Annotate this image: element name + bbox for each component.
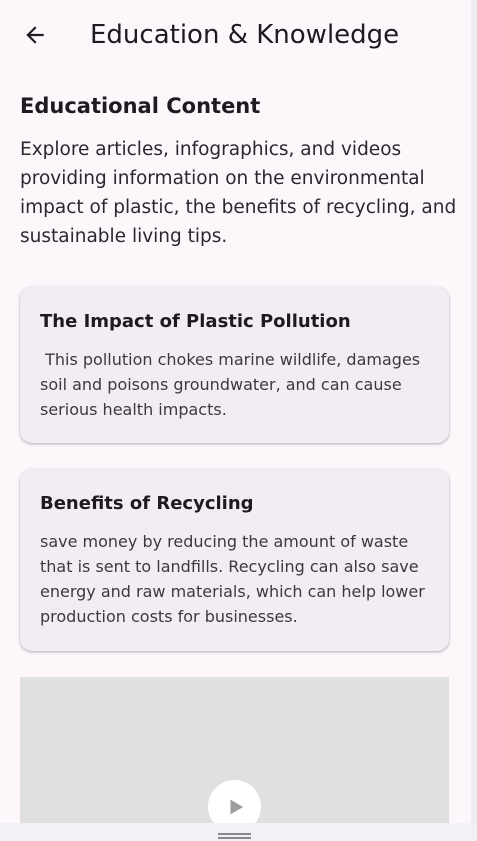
app-screen: Education & Knowledge Educational Conten… [0, 0, 477, 841]
gesture-handle[interactable] [218, 833, 251, 839]
arrow-left-icon [26, 26, 44, 44]
scroll-edge [471, 0, 477, 841]
article-card-plastic-pollution[interactable]: The Impact of Plastic Pollution This pol… [20, 287, 449, 443]
article-card-recycling-benefits[interactable]: Benefits of Recycling save money by redu… [20, 469, 449, 651]
play-icon [229, 799, 243, 814]
system-nav-bar [0, 823, 477, 841]
card-body: save money by reducing the amount of was… [40, 532, 430, 626]
app-bar: Education & Knowledge [0, 0, 471, 70]
section-heading: Educational Content [20, 94, 261, 118]
card-title: Benefits of Recycling [40, 493, 254, 514]
intro-text: Explore articles, infographics, and vide… [20, 139, 457, 247]
page-title: Education & Knowledge [90, 20, 400, 50]
card-body: This pollution chokes marine wildlife, d… [40, 350, 426, 419]
card-title: The Impact of Plastic Pollution [40, 311, 351, 332]
back-button[interactable] [20, 18, 50, 52]
video-player[interactable] [20, 677, 449, 841]
